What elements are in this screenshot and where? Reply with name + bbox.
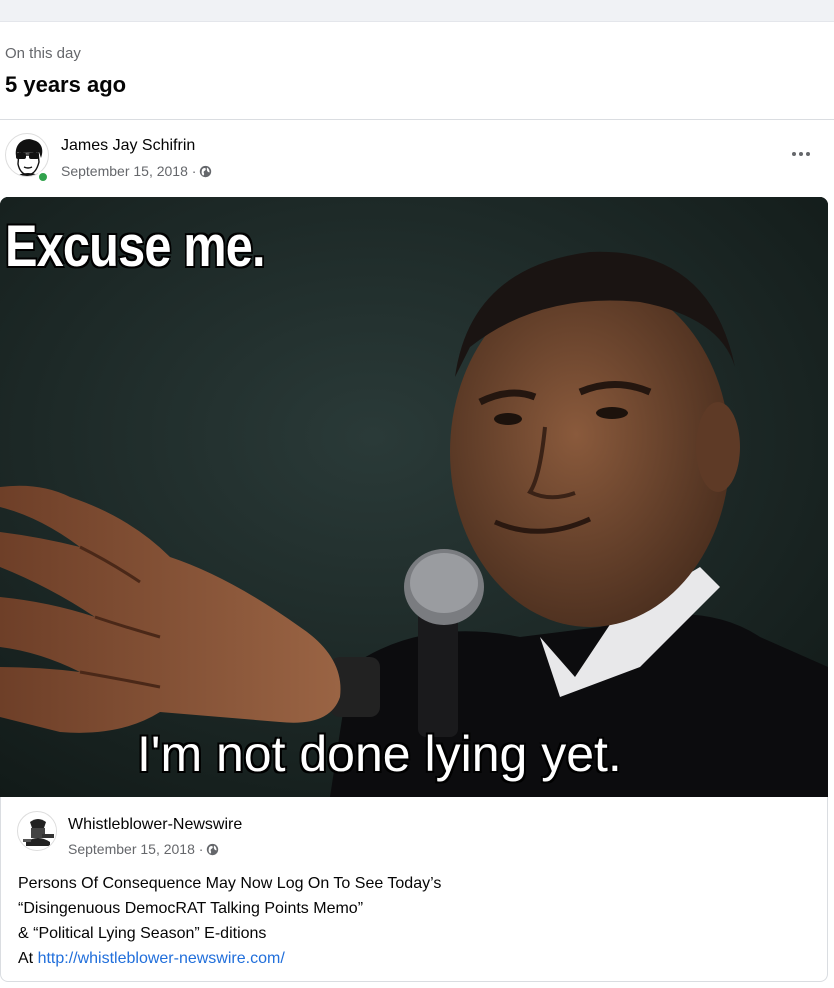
post-image[interactable]: Excuse me. I'm not done lying yet. — [0, 197, 828, 797]
shared-post-link[interactable]: http://whistleblower-newswire.com/ — [38, 950, 285, 967]
post-date-text: September 15, 2018 · — [61, 163, 197, 179]
shared-author-name[interactable]: Whistleblower-Newswire — [68, 816, 242, 834]
meme-photo-illustration — [0, 197, 828, 797]
shared-text-line: & “Political Lying Season” E-ditions — [18, 925, 267, 942]
shared-text-line: “Disingenuous DemocRAT Talking Points Me… — [18, 900, 364, 917]
post-author-name[interactable]: James Jay Schifrin — [61, 137, 195, 155]
years-ago-title: 5 years ago — [5, 72, 127, 97]
meme-bottom-caption: I'm not done lying yet. — [137, 726, 622, 782]
link-prefix: At — [18, 950, 38, 967]
meme-top-caption: Excuse me. — [5, 214, 266, 279]
online-status-dot — [37, 171, 49, 183]
memory-post: James Jay Schifrin September 15, 2018 · — [0, 120, 834, 988]
shared-text-line: Persons Of Consequence May Now Log On To… — [18, 875, 442, 892]
globe-icon — [199, 165, 212, 178]
post-date[interactable]: September 15, 2018 · — [61, 163, 212, 179]
more-options-icon — [792, 152, 796, 156]
more-options-button[interactable] — [786, 144, 816, 164]
top-background-strip — [0, 0, 834, 22]
on-this-day-label: On this day — [5, 45, 81, 62]
shared-post-date[interactable]: September 15, 2018 · — [68, 841, 219, 857]
shared-link-line: At http://whistleblower-newswire.com/ — [18, 946, 441, 971]
globe-icon — [206, 843, 219, 856]
on-this-day-header: On this day 5 years ago — [0, 22, 834, 120]
shared-post-card[interactable]: Whistleblower-Newswire September 15, 201… — [0, 797, 828, 982]
shared-date-text: September 15, 2018 · — [68, 841, 204, 857]
shared-author-avatar[interactable] — [17, 811, 57, 851]
shared-post-text: Persons Of Consequence May Now Log On To… — [18, 871, 441, 971]
